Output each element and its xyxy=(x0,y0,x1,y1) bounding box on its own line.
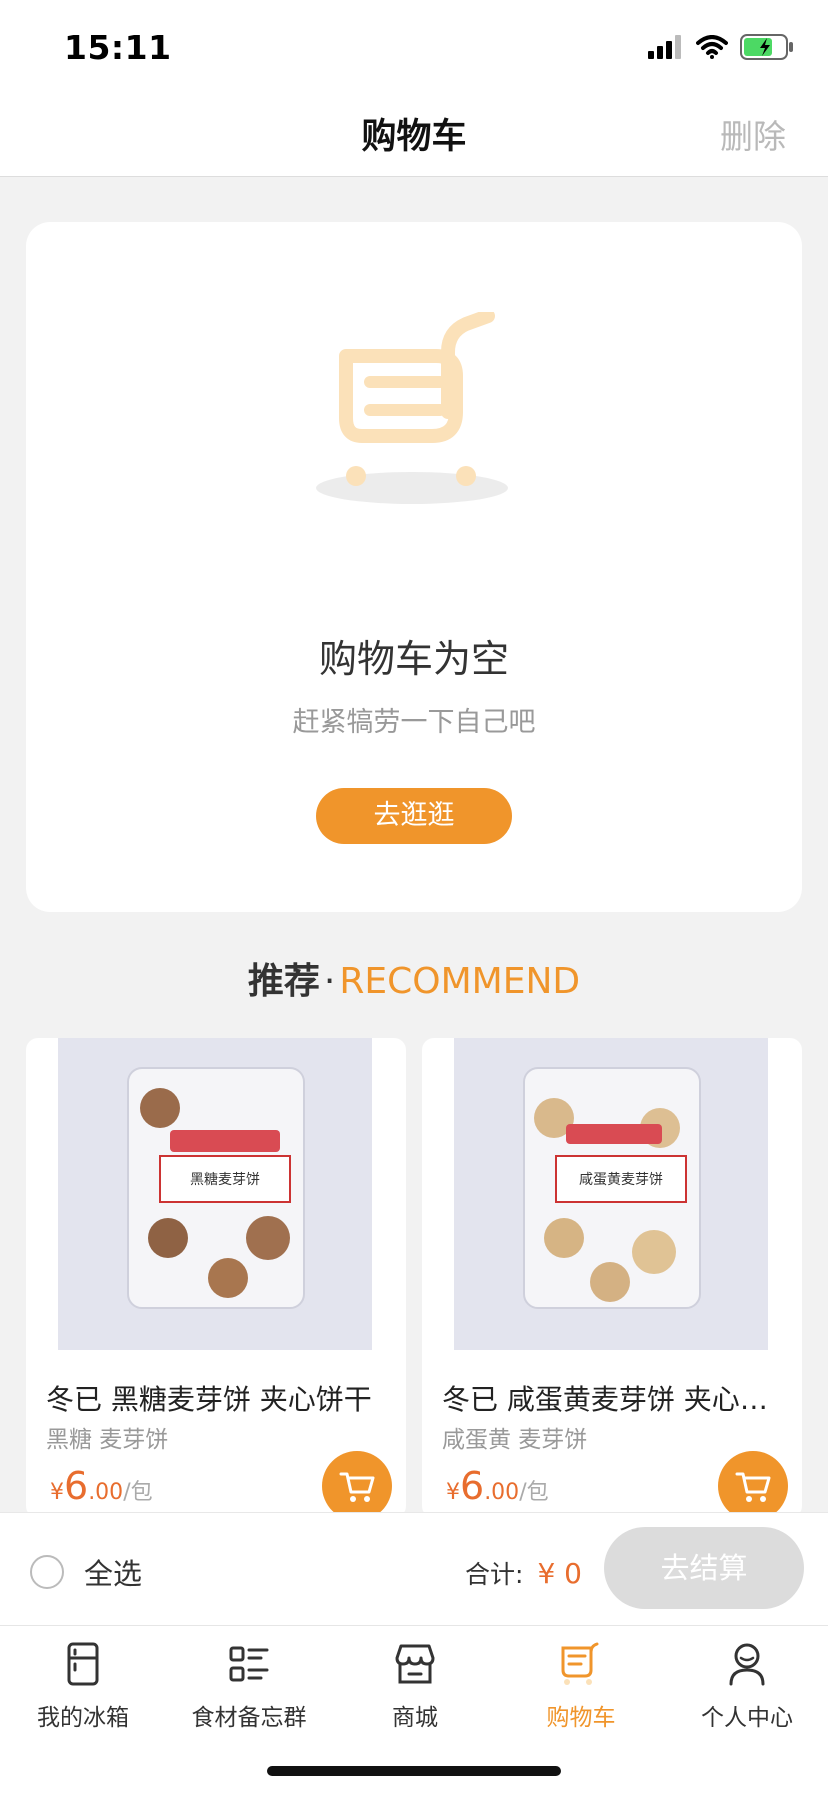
tab-label: 个人中心 xyxy=(701,1705,793,1731)
price-decimal: .00 xyxy=(484,1480,520,1505)
signal-icon xyxy=(648,35,681,59)
tab-label: 我的冰箱 xyxy=(37,1705,129,1731)
empty-cart-title: 购物车为空 xyxy=(318,637,509,681)
price-unit: /包 xyxy=(519,1480,549,1505)
tab-cart[interactable]: 购物车 xyxy=(498,1640,664,1732)
cart-icon xyxy=(561,1642,599,1685)
product-name: 冬已 黑糖麦芽饼 夹心饼干 xyxy=(46,1383,372,1416)
checkout-bar: 全选 合计: ¥ 0 去结算 xyxy=(0,1512,828,1625)
tab-mall[interactable]: 商城 xyxy=(332,1640,498,1732)
wifi-icon xyxy=(696,35,728,59)
product-image[interactable]: 黑糖麦芽饼 xyxy=(58,1038,372,1350)
empty-cart-icon xyxy=(316,312,508,504)
user-icon xyxy=(729,1643,765,1686)
recommend-separator: · xyxy=(323,961,336,1002)
store-icon xyxy=(395,1644,435,1684)
price-integer: 6 xyxy=(460,1464,485,1508)
biscuit-package-image: 咸蛋黄麦芽饼 xyxy=(454,1038,768,1350)
nav-bar: 购物车 删除 xyxy=(0,90,828,177)
select-all-toggle[interactable]: 全选 xyxy=(30,1551,142,1593)
recommend-header: 推荐 · RECOMMEND xyxy=(0,952,828,1004)
biscuit-package-image: 黑糖麦芽饼 xyxy=(58,1038,372,1350)
product-tags: 咸蛋黄 麦芽饼 xyxy=(442,1427,588,1453)
price-decimal: .00 xyxy=(88,1480,124,1505)
price-unit: /包 xyxy=(123,1480,153,1505)
tab-profile[interactable]: 个人中心 xyxy=(664,1640,828,1732)
tab-my-fridge[interactable]: 我的冰箱 xyxy=(0,1640,166,1732)
currency-symbol: ¥ xyxy=(446,1480,460,1505)
battery-icon xyxy=(740,34,793,60)
recommend-title-cn: 推荐 xyxy=(247,961,320,1002)
product-tags: 黑糖 麦芽饼 xyxy=(46,1427,169,1453)
status-icons xyxy=(648,34,794,60)
package-label: 黑糖麦芽饼 xyxy=(190,1172,260,1188)
page-title: 购物车 xyxy=(361,117,467,157)
add-to-cart-button[interactable] xyxy=(718,1451,788,1518)
list-icon xyxy=(229,1646,269,1682)
status-bar: 15:11 xyxy=(0,0,828,90)
select-all-radio[interactable] xyxy=(30,1555,64,1589)
delete-button[interactable]: 删除 xyxy=(720,110,786,158)
empty-cart-card: 购物车为空 赶紧犒劳一下自己吧 去逛逛 xyxy=(26,222,802,912)
home-indicator xyxy=(267,1766,561,1776)
total: 合计: ¥ 0 xyxy=(465,1555,582,1591)
currency-symbol: ¥ xyxy=(50,1480,64,1505)
tab-food-memo[interactable]: 食材备忘群 xyxy=(166,1640,332,1732)
select-all-label: 全选 xyxy=(84,1557,143,1591)
cart-icon xyxy=(735,1472,771,1502)
tab-label: 食材备忘群 xyxy=(191,1705,307,1731)
add-to-cart-button[interactable] xyxy=(322,1451,392,1518)
price-integer: 6 xyxy=(64,1464,89,1508)
product-card[interactable]: 咸蛋黄麦芽饼 冬已 咸蛋黄麦芽饼 夹心饼干 咸蛋黄 麦芽饼 ¥6.00/包 xyxy=(422,1038,802,1518)
product-name: 冬已 咸蛋黄麦芽饼 夹心饼干 xyxy=(442,1383,787,1416)
product-image[interactable]: 咸蛋黄麦芽饼 xyxy=(454,1038,768,1350)
cart-icon xyxy=(339,1472,375,1502)
total-label: 合计: xyxy=(465,1560,524,1589)
fridge-icon xyxy=(67,1642,99,1686)
empty-cart-subtitle: 赶紧犒劳一下自己吧 xyxy=(292,707,536,738)
tab-label: 购物车 xyxy=(546,1705,616,1731)
package-label: 咸蛋黄麦芽饼 xyxy=(579,1171,663,1188)
browse-button[interactable]: 去逛逛 xyxy=(316,788,512,844)
product-card[interactable]: 黑糖麦芽饼 冬已 黑糖麦芽饼 夹心饼干 黑糖 麦芽饼 ¥6.00/包 xyxy=(26,1038,406,1518)
recommend-title-en: RECOMMEND xyxy=(339,961,581,1002)
status-time: 15:11 xyxy=(64,28,172,67)
tab-label: 商城 xyxy=(392,1705,438,1731)
product-price: ¥6.00/包 xyxy=(50,1464,153,1508)
total-value: ¥ 0 xyxy=(537,1557,582,1590)
product-price: ¥6.00/包 xyxy=(446,1464,549,1508)
checkout-button[interactable]: 去结算 xyxy=(604,1527,804,1609)
